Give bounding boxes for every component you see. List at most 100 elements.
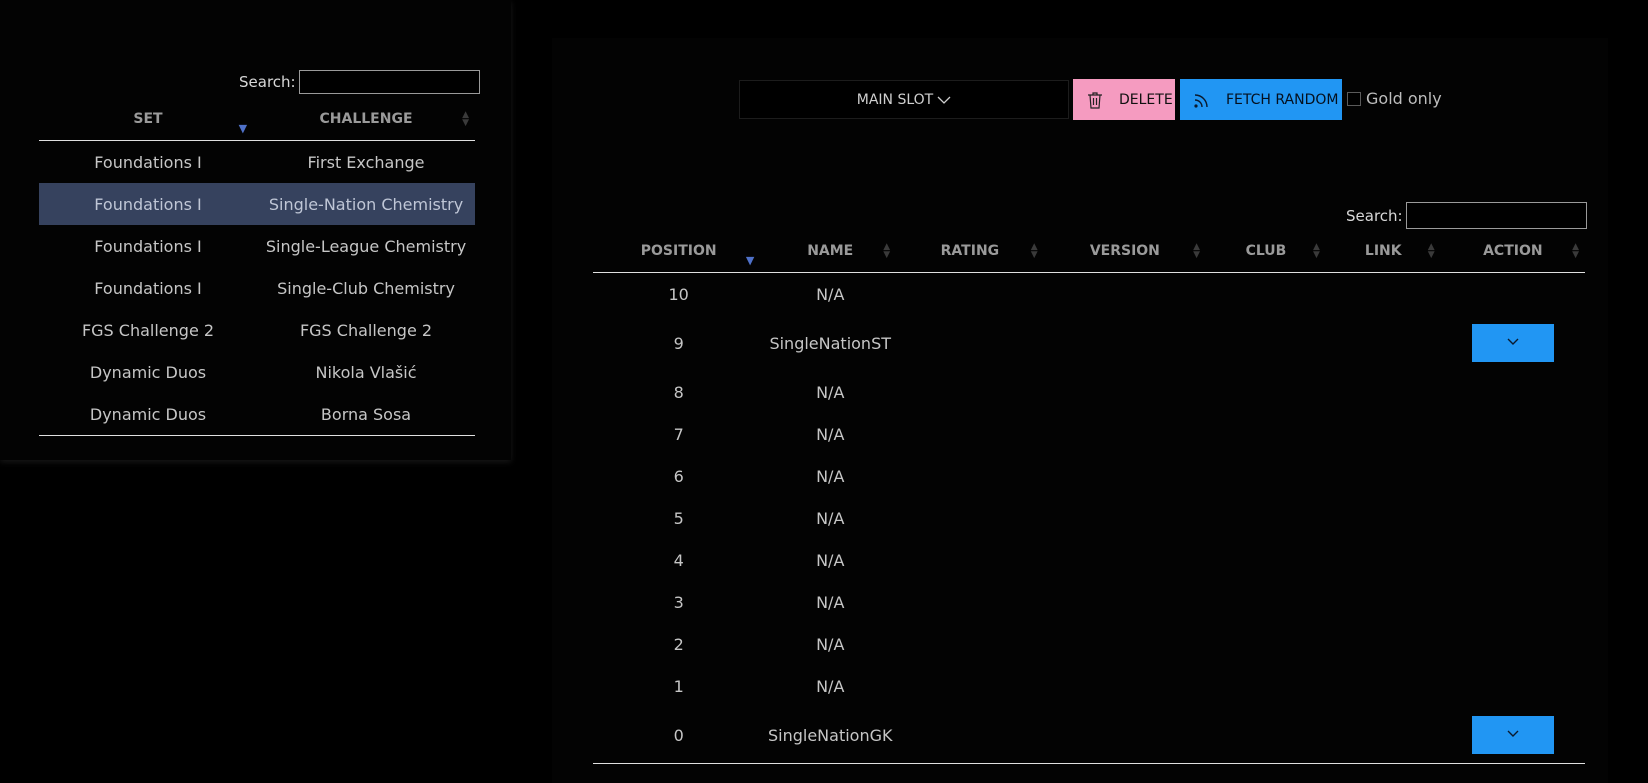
squad-row-name: N/A: [816, 592, 845, 612]
squad-row-empty-cell: [1044, 413, 1206, 455]
challenge-row-challenge: Borna Sosa: [257, 393, 475, 436]
right-search-label: Search:: [1346, 206, 1403, 225]
squad-row-position: 7: [673, 424, 684, 444]
squad-row-empty-cell: [1206, 539, 1326, 581]
trash-icon: [1088, 91, 1102, 109]
squad-row-empty-cell: [896, 623, 1044, 665]
squad-row-position: 5: [673, 508, 684, 528]
column-header-rating[interactable]: RATING ▲ ▼: [896, 230, 1044, 273]
row-action-button[interactable]: [1471, 716, 1554, 754]
challenge-row-set: Dynamic Duos: [89, 362, 207, 382]
sort-icon: ▲ ▼: [462, 110, 469, 128]
right-search-input[interactable]: [1405, 202, 1587, 229]
slot-select-label: MAIN SLOT: [856, 91, 934, 108]
squad-row-position: 9: [673, 333, 684, 353]
squad-row-name: N/A: [816, 284, 845, 304]
squad-row: 4 N/A: [593, 539, 1585, 581]
squad-row-action: [1441, 413, 1585, 455]
squad-row: 8 N/A: [593, 371, 1585, 413]
chevron-down-icon: [937, 96, 951, 104]
squad-row-position: 3: [673, 592, 684, 612]
challenge-row-set: Foundations I: [94, 236, 202, 256]
squad-row-empty-cell: [1206, 371, 1326, 413]
column-header-link[interactable]: LINK ▲ ▼: [1325, 230, 1441, 273]
squad-row-empty-cell: [1044, 315, 1206, 371]
squad-row-empty-cell: [1206, 707, 1326, 764]
squad-row-empty-cell: [1044, 497, 1206, 539]
challenge-row[interactable]: Foundations I First Exchange: [39, 141, 475, 184]
challenge-row-set: Foundations I: [94, 278, 202, 298]
slot-select[interactable]: MAIN SLOT: [739, 80, 1069, 119]
column-header-action[interactable]: ACTION ▲ ▼: [1440, 230, 1585, 273]
squad-row-name: N/A: [816, 550, 845, 570]
challenge-row-challenge: First Exchange: [307, 152, 425, 172]
sort-icon: ▲ ▼: [1312, 242, 1320, 260]
squad-row-name: N/A: [816, 466, 845, 486]
squad-row: 1 N/A: [593, 665, 1585, 707]
gold-only-toggle[interactable]: Gold only: [1347, 89, 1442, 108]
squad-row: 10 N/A: [593, 273, 1585, 316]
column-header-version[interactable]: VERSION ▲ ▼: [1043, 230, 1207, 273]
column-header-challenge[interactable]: CHALLENGE ▲ ▼: [257, 98, 475, 141]
squad-row-action: [1441, 581, 1585, 623]
squad-row-name: N/A: [816, 676, 845, 696]
squad-row-position: 6: [673, 466, 684, 486]
sort-icon: ▲ ▼: [1572, 242, 1579, 260]
challenge-row-challenge: Nikola Vlašić: [315, 362, 417, 382]
squad-row-action: [1441, 315, 1585, 371]
delete-button-label: DELETE: [1119, 91, 1173, 108]
column-header-set[interactable]: SET ▼: [39, 98, 258, 141]
challenge-row[interactable]: Dynamic Duos Nikola Vlašić: [39, 351, 475, 393]
challenge-row-challenge: Single-Club Chemistry: [277, 278, 455, 298]
squad-row-name: SingleNationST: [769, 333, 891, 353]
squad-row-action: [1441, 497, 1585, 539]
challenge-row-set: Foundations I: [39, 183, 258, 225]
squad-row-name: N/A: [816, 382, 845, 402]
row-action-button[interactable]: [1471, 324, 1554, 362]
squad-row-empty-cell: [1326, 371, 1441, 413]
challenge-row[interactable]: Dynamic Duos Borna Sosa: [39, 393, 475, 436]
squad-row: 9 SingleNationST: [593, 315, 1585, 371]
squad-row-empty-cell: [1044, 455, 1206, 497]
challenge-row[interactable]: Foundations I Single-League Chemistry: [39, 225, 475, 267]
challenge-row-challenge: FGS Challenge 2: [299, 320, 433, 340]
squad-row-empty-cell: [1206, 665, 1326, 707]
column-header-name[interactable]: NAME ▲ ▼: [764, 230, 897, 273]
squad-row: 0 SingleNationGK: [593, 707, 1585, 764]
sort-icon: ▲ ▼: [1427, 242, 1435, 260]
squad-row-empty-cell: [1326, 497, 1441, 539]
sort-desc-icon: ▼: [238, 122, 248, 135]
challenge-row-challenge: Single-Nation Chemistry: [257, 183, 475, 225]
challenge-row[interactable]: Foundations I Single-Nation Chemistry: [39, 183, 475, 225]
challenge-row[interactable]: Foundations I Single-Club Chemistry: [39, 267, 475, 309]
challenge-table: SET ▼ CHALLENGE ▲ ▼ Foundations I First Ex…: [39, 98, 475, 436]
squad-row-empty-cell: [896, 315, 1044, 371]
squad-row-empty-cell: [896, 497, 1044, 539]
squad-row-empty-cell: [1206, 623, 1326, 665]
squad-row-empty-cell: [1206, 273, 1326, 316]
squad-row: 7 N/A: [593, 413, 1585, 455]
squad-row-action: [1441, 273, 1585, 316]
gold-only-label: Gold only: [1366, 89, 1442, 108]
squad-row-action: [1441, 371, 1585, 413]
fetch-random-button[interactable]: FETCH RANDOM: [1180, 79, 1342, 120]
left-search: Search:: [239, 70, 480, 94]
squad-row-empty-cell: [1206, 315, 1326, 371]
squad-row-empty-cell: [896, 413, 1044, 455]
column-header-position[interactable]: POSITION ▼: [593, 230, 765, 273]
delete-button[interactable]: DELETE: [1073, 79, 1175, 120]
column-header-club[interactable]: CLUB ▲ ▼: [1206, 230, 1326, 273]
squad-row-position: 0: [593, 707, 765, 764]
left-search-input[interactable]: [298, 70, 480, 94]
squad-row-empty-cell: [1044, 371, 1206, 413]
squad-row-empty-cell: [1326, 273, 1441, 316]
gold-only-checkbox[interactable]: [1347, 91, 1361, 106]
challenge-row[interactable]: FGS Challenge 2 FGS Challenge 2: [39, 309, 475, 351]
squad-row-empty-cell: [1326, 581, 1441, 623]
squad-row-empty-cell: [896, 581, 1044, 623]
squad-row-position: 8: [673, 382, 684, 402]
fetch-random-button-label: FETCH RANDOM: [1226, 91, 1339, 108]
challenge-row-set: Foundations I: [94, 152, 202, 172]
squad-row: 6 N/A: [593, 455, 1585, 497]
squad-row-action: [1441, 665, 1585, 707]
